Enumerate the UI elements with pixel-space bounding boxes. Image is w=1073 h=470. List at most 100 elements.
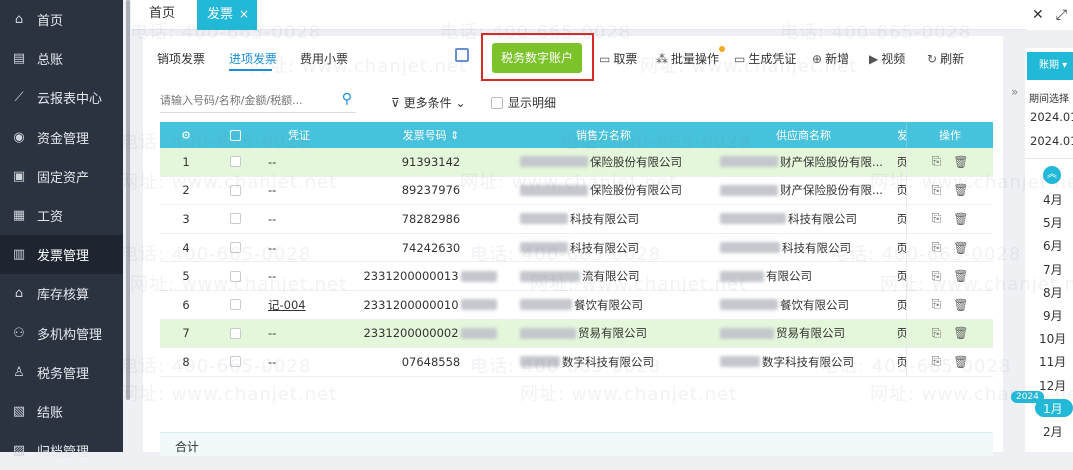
period-start[interactable]: 2024.01 [1030,110,1073,124]
show-detail-checkbox[interactable] [491,97,503,109]
header-supplier[interactable]: 供应商名称 [706,122,906,148]
row-checkbox[interactable] [212,148,258,176]
table-row[interactable]: 5 -- 2331200000013 流有限公司 有限公司页 ⎘ 🗑 [160,262,993,291]
sidebar-item[interactable]: ⚇ 多机构管理 [0,314,123,353]
month-item[interactable]: 11月 [1039,353,1066,370]
tab-invoice[interactable]: 发票 × [197,0,258,30]
table-row[interactable]: 4 -- 74242630 科技有限公司 科技有限公司页 ⎘ 🗑 [160,233,993,263]
row-supplier: 科技有限公司 [706,205,906,233]
collapse-panel-icon[interactable]: » [1011,85,1018,99]
sidebar-item[interactable]: ▧ 结账 [0,392,123,431]
tab-home[interactable]: 首页 [139,0,185,30]
qr-code-icon[interactable] [455,48,469,62]
row-checkbox[interactable] [212,234,258,262]
subtab-expense[interactable]: 费用小票 [300,50,348,67]
view-edit-icon[interactable]: ⎘ [932,211,942,226]
sidebar-item[interactable]: ⌂ 库存核算 [0,274,123,313]
trash-icon[interactable]: 🗑 [953,269,968,283]
header-voucher[interactable]: 凭证 [258,122,356,148]
close-window-icon[interactable]: ✕ [1032,7,1044,23]
view-edit-icon[interactable]: ⎘ [932,154,942,169]
view-edit-icon[interactable]: ⎘ [932,354,942,369]
row-voucher[interactable]: 记-004 [258,291,356,319]
fetch-label: 取票 [613,52,638,66]
row-checkbox[interactable] [212,291,258,319]
trash-icon[interactable]: 🗑 [953,212,968,226]
sidebar-item[interactable]: ◉ 资金管理 [0,118,123,157]
close-icon[interactable]: × [239,7,249,21]
view-edit-icon[interactable]: ⎘ [932,183,942,198]
table-row[interactable]: 3 -- 78282986 科技有限公司 科技有限公司页 ⎘ 🗑 [160,205,993,234]
scroll-up-icon[interactable]: ︽ [1043,166,1061,184]
fetch-button[interactable]: ▭ 取票 [599,50,637,67]
row-checkbox[interactable] [212,348,258,376]
add-button[interactable]: ⊕ 新增 [812,50,849,67]
table-row[interactable]: 2 -- 89237976 保险股份有限公司 财产保险股份有限... 页 ⎘ 🗑 [160,176,993,206]
video-button[interactable]: ▶ 视频 [869,50,905,67]
row-checkbox[interactable] [212,320,258,348]
sidebar-item[interactable]: ⌂ 首页 [0,0,123,39]
trash-icon[interactable]: 🗑 [953,326,968,340]
table-row[interactable]: 7 -- 2331200000002 贸易有限公司 贸易有限公司页 ⎘ 🗑 [160,319,993,349]
refresh-button[interactable]: ↻ 刷新 [927,50,964,67]
month-item[interactable]: 5月 [1043,214,1063,231]
trash-icon[interactable]: 🗑 [953,298,968,312]
table-row[interactable]: 8 -- 07648558 数字科技有限公司 数字科技有限公司页 ⎘ 🗑 [160,348,993,377]
more-conditions-dropdown[interactable]: ⊽ 更多条件 ⌄ [391,94,466,111]
month-item[interactable]: 9月 [1043,307,1063,324]
batch-button[interactable]: ⁂ 批量操作 [656,50,719,67]
select-all-checkbox[interactable] [212,122,258,148]
table-row[interactable]: 1 -- 91393142 保险股份有限公司 财产保险股份有限... 页 ⎘ 🗑 [160,148,993,177]
trash-icon[interactable]: 🗑 [953,183,968,197]
trash-icon[interactable]: 🗑 [953,241,968,255]
sidebar-item[interactable]: ▦ 工资 [0,196,123,235]
subtab-sales[interactable]: 销项发票 [157,50,205,67]
tax-digital-account-button[interactable]: 税务数字账户 [492,43,582,73]
period-end[interactable]: 2024.01 [1030,134,1073,148]
sidebar-scrollbar[interactable] [126,0,130,400]
header-truncated[interactable]: 发 [898,122,906,148]
month-item[interactable]: 12月 [1039,377,1066,394]
account-period-button[interactable]: 账期 ▾ [1027,52,1073,80]
voucher-button[interactable]: ▭ 生成凭证 [734,50,796,67]
chart-line-icon: ⟋ [14,90,24,106]
row-operations: ⎘ 🗑 [906,205,993,233]
subtab-purchase[interactable]: 进项发票 [229,50,277,67]
trash-icon[interactable]: 🗑 [953,155,968,169]
search-icon[interactable]: ⚲ [342,91,352,107]
trash-icon[interactable]: 🗑 [953,355,968,369]
month-item[interactable]: 10月 [1039,330,1066,347]
show-detail-toggle[interactable]: 显示明细 [491,94,556,111]
sidebar-item[interactable]: ▨ 归档管理 [0,431,123,470]
sidebar-item-label: 工资 [37,210,64,226]
total-label: 合计 [175,440,200,454]
view-edit-icon[interactable]: ⎘ [932,269,942,284]
row-truncated: 页 [898,240,906,255]
table-row[interactable]: 6 记-004 2331200000010 餐饮有限公司 餐饮有限公司页 ⎘ 🗑 [160,290,993,320]
sidebar-item[interactable]: ▤ 总账 [0,39,123,78]
view-edit-icon[interactable]: ⎘ [932,240,942,255]
column-settings-icon[interactable]: ⚙ [160,122,212,148]
row-checkbox[interactable] [212,262,258,290]
month-item[interactable]: 1月 [1043,400,1063,417]
header-seller[interactable]: 销售方名称 [506,122,706,148]
sidebar-item[interactable]: ▣ 固定资产 [0,157,123,196]
month-item[interactable]: 2月 [1043,423,1063,440]
sidebar-item[interactable]: ⟋ 云报表中心 [0,78,123,117]
view-edit-icon[interactable]: ⎘ [932,297,942,312]
month-item[interactable]: 4月 [1043,191,1063,208]
sidebar-item[interactable]: ▥ 发票管理 [0,235,123,275]
view-edit-icon[interactable]: ⎘ [932,326,942,341]
sidebar-item[interactable]: ♙ 税务管理 [0,353,123,392]
search-input[interactable] [160,89,330,111]
month-item[interactable]: 6月 [1043,237,1063,254]
row-checkbox[interactable] [212,177,258,205]
header-invoice-number[interactable]: 发票号码 ⇕ [356,122,506,148]
month-item[interactable]: 7月 [1043,261,1063,278]
month-item[interactable]: 8月 [1043,284,1063,301]
asset-icon: ▣ [12,168,26,184]
row-seller: 流有限公司 [506,262,706,290]
row-checkbox[interactable] [212,205,258,233]
restore-window-icon[interactable]: ⤢ [1056,7,1067,23]
row-invoice-number: 91393142 [356,148,506,176]
